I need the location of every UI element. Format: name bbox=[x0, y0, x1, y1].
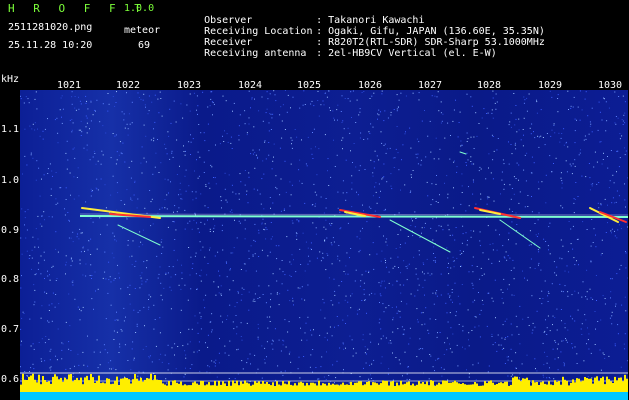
y-tick-label: 0.9 bbox=[1, 225, 20, 236]
info-value: : 2el-HB9CV Vertical (el. E-W) bbox=[316, 48, 497, 59]
meteor-count: 69 bbox=[138, 40, 151, 51]
y-tick-label: 0.7 bbox=[1, 324, 20, 335]
datetime-text: 25.11.28 10:20 bbox=[8, 40, 93, 51]
app-version: 1.0.0 bbox=[124, 3, 155, 14]
y-unit-label: kHz bbox=[1, 74, 20, 85]
header-panel: H R O F F T 1.0.0 2511281020.png meteor … bbox=[0, 0, 629, 74]
y-tick-label: 1.1 bbox=[1, 124, 20, 135]
base-band bbox=[20, 392, 628, 400]
info-label: Receiving antenna bbox=[204, 48, 307, 59]
meteor-label: meteor bbox=[124, 25, 161, 36]
filename-text: 2511281020.png bbox=[8, 22, 93, 33]
spectrogram-background bbox=[20, 90, 628, 400]
y-tick-label: 0.6 bbox=[1, 374, 20, 385]
info-row-antenna: Receiving antenna : 2el-HB9CV Vertical (e… bbox=[180, 37, 497, 70]
y-tick-label: 0.8 bbox=[1, 274, 20, 285]
y-tick-label: 1.0 bbox=[1, 175, 20, 186]
spectrogram-plot bbox=[20, 90, 628, 400]
